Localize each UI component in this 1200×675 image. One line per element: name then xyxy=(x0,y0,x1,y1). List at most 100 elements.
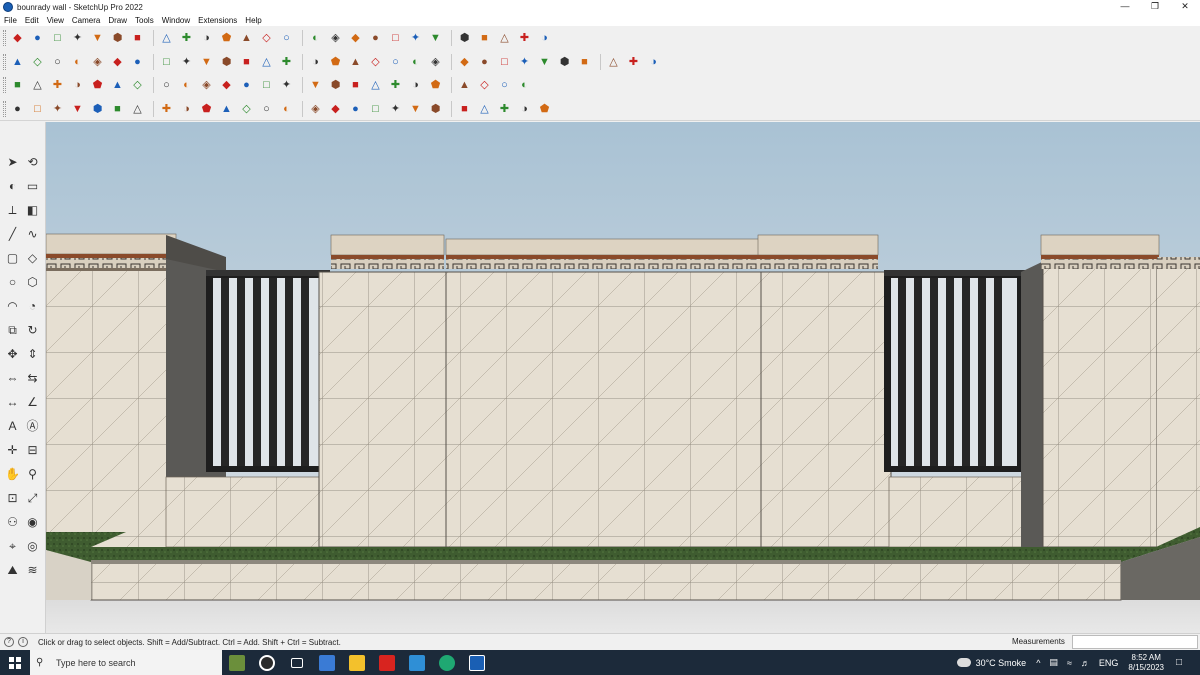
flip-icon[interactable]: ⇆ xyxy=(24,370,41,387)
box-icon[interactable]: ▲ xyxy=(9,54,26,71)
sandbox-icon[interactable]: ✦ xyxy=(407,30,424,47)
arc-tool-icon[interactable]: ✚ xyxy=(49,77,66,94)
move-icon[interactable]: ⇕ xyxy=(24,346,41,363)
axes-icon[interactable]: ✛ xyxy=(4,442,21,459)
pie-icon[interactable]: ◔ xyxy=(24,298,41,315)
plugin-n-icon[interactable]: ◐ xyxy=(278,101,295,118)
shape-3d-icon[interactable]: ■ xyxy=(9,77,26,94)
start-button[interactable] xyxy=(0,650,30,675)
plugin-s-icon[interactable]: ✦ xyxy=(387,101,404,118)
follow-me-icon[interactable]: ⬢ xyxy=(218,54,235,71)
sandbox-icon[interactable]: ⛰ xyxy=(4,562,21,579)
cylinder-icon[interactable]: ▲ xyxy=(109,77,126,94)
push-pull-icon[interactable]: ⬢ xyxy=(109,30,126,47)
shell-icon[interactable]: ▲ xyxy=(456,77,473,94)
toolbar-grip[interactable] xyxy=(3,77,6,93)
cube-left-icon[interactable]: ✦ xyxy=(178,54,195,71)
eraser-icon[interactable]: ▭ xyxy=(24,178,41,195)
orbit-icon[interactable]: ⟲ xyxy=(24,154,41,171)
plugin-r-icon[interactable]: □ xyxy=(367,101,384,118)
subtract-icon[interactable]: ⬟ xyxy=(327,54,344,71)
info-icon[interactable]: i xyxy=(18,637,28,647)
dome-icon[interactable]: ● xyxy=(238,77,255,94)
camera-icon[interactable]: ▼ xyxy=(198,54,215,71)
components-icon[interactable]: ▼ xyxy=(427,30,444,47)
twist-icon[interactable]: ◑ xyxy=(407,77,424,94)
task-view-icon[interactable] xyxy=(282,650,312,675)
rotate-icon[interactable]: △ xyxy=(158,30,175,47)
select-arrow-icon[interactable]: ● xyxy=(29,30,46,47)
plugin-u-icon[interactable]: ⬢ xyxy=(427,101,444,118)
warehouse-icon[interactable]: ⬢ xyxy=(456,30,473,47)
solid-icon[interactable]: △ xyxy=(258,54,275,71)
pyramid-icon[interactable]: ◈ xyxy=(198,77,215,94)
toolbar-grip[interactable] xyxy=(3,30,6,46)
paint-bucket-icon[interactable]: ◐ xyxy=(4,178,21,195)
distribute-icon[interactable]: △ xyxy=(367,77,384,94)
circle-icon[interactable]: ◆ xyxy=(456,54,473,71)
bend-icon[interactable]: ✚ xyxy=(387,77,404,94)
cube-front-icon[interactable]: ◆ xyxy=(109,54,126,71)
pan-icon[interactable]: ✋ xyxy=(4,466,21,483)
paint-icon[interactable]: ▼ xyxy=(89,30,106,47)
arrow-down-icon[interactable]: ◐ xyxy=(69,54,86,71)
zoom-icon[interactable]: ◈ xyxy=(327,30,344,47)
outer-shell-icon[interactable]: ■ xyxy=(238,54,255,71)
clock[interactable]: 8:52 AM 8/15/2023 xyxy=(1128,653,1164,673)
calculator-icon[interactable] xyxy=(312,650,342,675)
rotated-rect-icon[interactable]: ◇ xyxy=(24,250,41,267)
plugin-p-icon[interactable]: ◆ xyxy=(327,101,344,118)
tape-measure-icon[interactable]: ⬟ xyxy=(218,30,235,47)
plugin-x-icon[interactable]: ✚ xyxy=(496,101,513,118)
menu-extensions[interactable]: Extensions xyxy=(198,16,237,25)
house-icon[interactable]: ✚ xyxy=(278,54,295,71)
cortana-icon[interactable] xyxy=(252,650,282,675)
share-icon[interactable]: ◑ xyxy=(536,30,553,47)
rectangle-icon[interactable]: ▢ xyxy=(4,250,21,267)
loft-icon[interactable]: ○ xyxy=(387,54,404,71)
paint-bucket-icon[interactable]: ◇ xyxy=(258,30,275,47)
taskbar-search[interactable]: ⚲ Type here to search xyxy=(30,650,222,675)
thicken-icon[interactable]: ◇ xyxy=(476,77,493,94)
eraser-icon[interactable]: □ xyxy=(49,30,66,47)
restore-button[interactable]: ❐ xyxy=(1140,0,1170,14)
plugin-o-icon[interactable]: ◈ xyxy=(307,101,324,118)
walk-icon[interactable]: ⚇ xyxy=(4,514,21,531)
intersect-icon[interactable]: ◈ xyxy=(89,54,106,71)
network-icon[interactable]: ▤ xyxy=(1049,657,1058,668)
select-icon[interactable]: ➤ xyxy=(4,154,21,171)
extrude-icon[interactable]: ◑ xyxy=(645,54,662,71)
tape-icon[interactable]: ⟂ xyxy=(4,202,21,219)
explode-icon[interactable]: ◐ xyxy=(516,77,533,94)
plugin-l-icon[interactable]: ◇ xyxy=(238,101,255,118)
array-icon[interactable]: ▼ xyxy=(307,77,324,94)
volume-icon[interactable]: ♬ xyxy=(1081,658,1090,668)
weather-text[interactable]: 30°C Smoke xyxy=(976,658,1027,668)
plugin-c-icon[interactable]: ✦ xyxy=(49,101,66,118)
plugin-y-icon[interactable]: ◑ xyxy=(516,101,533,118)
taper-icon[interactable]: ⬟ xyxy=(427,77,444,94)
offset-icon[interactable]: ◑ xyxy=(198,30,215,47)
sphere-icon[interactable]: ○ xyxy=(158,77,175,94)
grid-icon[interactable]: ✦ xyxy=(278,77,295,94)
polygon-icon[interactable]: ⬡ xyxy=(24,274,41,291)
protractor-icon[interactable]: ∠ xyxy=(24,394,41,411)
cube-top-icon[interactable]: ○ xyxy=(49,54,66,71)
gear-icon[interactable]: △ xyxy=(29,77,46,94)
layers-icon[interactable]: □ xyxy=(387,30,404,47)
search-icon[interactable]: ◆ xyxy=(9,30,26,47)
plugin-j-icon[interactable]: ⬟ xyxy=(198,101,215,118)
position-camera-icon[interactable]: ⌖ xyxy=(4,538,21,555)
measurements-input[interactable] xyxy=(1072,635,1198,649)
scale-icon[interactable]: ✚ xyxy=(178,30,195,47)
spline-icon[interactable]: ■ xyxy=(576,54,593,71)
pan-icon[interactable]: ◐ xyxy=(307,30,324,47)
pencil-icon[interactable]: ✦ xyxy=(69,30,86,47)
plugin-d-icon[interactable]: ▼ xyxy=(69,101,86,118)
circle-icon[interactable]: ○ xyxy=(4,274,21,291)
align-icon[interactable]: ■ xyxy=(347,77,364,94)
plugin-g-icon[interactable]: △ xyxy=(129,101,146,118)
layers-icon[interactable]: ≋ xyxy=(24,562,41,579)
offset-icon[interactable]: ⧉ xyxy=(4,322,21,339)
section-plane-icon[interactable]: ⊟ xyxy=(24,442,41,459)
